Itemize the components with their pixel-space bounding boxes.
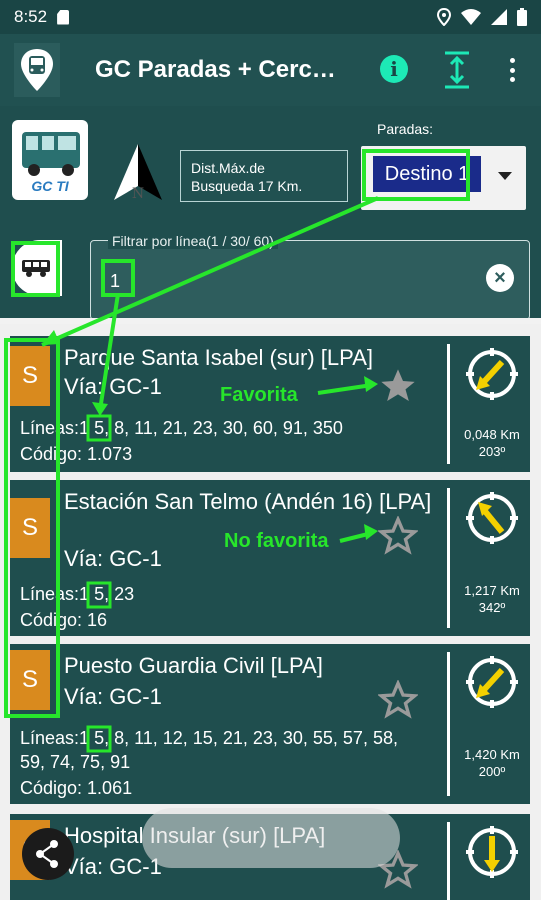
stop-card[interactable]: S Puesto Guardia Civil [LPA] Vía: GC-1 L… (10, 644, 530, 804)
filter-input[interactable]: 1 (110, 271, 120, 292)
bearing: 203º (478, 444, 506, 459)
lines-first: 1 (79, 728, 90, 748)
gcti-logo: GC TI (12, 120, 88, 200)
max-distance-box[interactable]: Dist.Máx.de Busqueda 17 Km. (180, 150, 348, 202)
destino-select[interactable]: Destino 1 (361, 146, 526, 210)
star-outline-icon[interactable] (378, 680, 418, 720)
svg-text:N: N (132, 186, 144, 202)
stop-type-badge: S (10, 498, 50, 558)
stop-via: Vía: GC-1 (64, 854, 162, 879)
lines-rest: 5, 8, 11, 21, 23, 30, 60, 91, 350 (89, 418, 343, 438)
direction-icon (466, 656, 518, 708)
stop-type-badge: S (10, 346, 50, 406)
distance-km: 0,048 Km (464, 427, 520, 442)
favorita-annotation: Favorita (220, 384, 298, 406)
paradas-label: Paradas: (377, 121, 434, 137)
stop-code: Código: 16 (20, 610, 108, 630)
direction-icon (466, 348, 518, 400)
stop-lines: Líneas:1 5, 23 (20, 582, 420, 606)
stop-distance: 1,217 Km 342º (452, 582, 532, 616)
stop-name: Estación San Telmo (Andén 16) [LPA] (64, 489, 432, 514)
clear-icon[interactable]: × (486, 264, 514, 292)
separator (447, 344, 450, 464)
lines-first: 1 (79, 418, 90, 438)
star-filled-icon[interactable] (378, 366, 418, 406)
info-icon: i (390, 57, 398, 81)
lines-rest: 5, 23 (89, 584, 135, 604)
bus-filter-button[interactable] (12, 240, 62, 296)
north-compass-icon: N (114, 144, 162, 202)
toast-overlay (142, 808, 400, 868)
stop-type-badge: S (10, 650, 50, 710)
stop-code: Código: 1.073 (20, 444, 133, 464)
share-button[interactable] (22, 828, 74, 880)
line-filter-field[interactable] (90, 240, 530, 320)
direction-icon (466, 492, 518, 544)
distance-km: 1,217 Km (464, 583, 520, 598)
bus-icon (22, 132, 80, 176)
destino-value: Destino 1 (373, 156, 481, 192)
status-bar: 8:52 (0, 0, 541, 34)
separator (447, 652, 450, 796)
distance-km: 1,420 Km (464, 747, 520, 762)
expand-icon[interactable] (442, 50, 472, 90)
stop-via: Vía: GC-1 (64, 684, 162, 709)
no-favorita-annotation: No favorita (224, 530, 329, 552)
filter-label: Filtrar por línea(1 / 30/ 60) (108, 233, 278, 249)
direction-icon (466, 826, 518, 878)
stop-name: Puesto Guardia Civil [LPA] (64, 653, 323, 678)
battery-icon (517, 8, 527, 26)
sd-card-icon (57, 9, 70, 25)
wifi-icon (461, 9, 481, 25)
dist-line-1: Dist.Máx.de (191, 160, 265, 176)
stop-via: Vía: GC-1 (64, 546, 162, 571)
app-bar: GC Paradas + Cerc… i (0, 34, 541, 106)
stop-distance: 1,420 Km 200º (452, 746, 532, 780)
app-title: GC Paradas + Cerc… (95, 56, 336, 83)
stop-via: Vía: GC-1 (64, 374, 162, 399)
separator (447, 822, 450, 900)
bearing: 342º (478, 600, 506, 615)
location-icon (437, 8, 451, 26)
lines-label: Líneas: (20, 584, 80, 604)
lines-label: Líneas: (20, 728, 80, 748)
clock: 8:52 (14, 7, 48, 26)
stop-card[interactable]: S Estación San Telmo (Andén 16) [LPA] Ví… (10, 480, 530, 636)
stop-code: Código: 1.061 (20, 778, 133, 798)
stop-lines: Líneas:1 5, 8, 11, 21, 23, 30, 60, 91, 3… (20, 416, 420, 440)
star-outline-icon[interactable] (378, 516, 418, 556)
lines-first: 1 (79, 584, 90, 604)
separator (447, 488, 450, 628)
app-logo-icon (14, 43, 60, 97)
share-icon (36, 840, 58, 868)
stop-lines: Líneas:1 5, 8, 11, 12, 15, 21, 23, 30, 5… (20, 726, 420, 774)
header-panel: GC TI N Dist.Máx.de Busqueda 17 Km. Para… (0, 106, 541, 320)
bearing: 200º (478, 764, 506, 779)
lines-label: Líneas: (20, 418, 80, 438)
dropdown-arrow-icon (498, 172, 512, 180)
more-vert-icon[interactable] (500, 54, 524, 86)
info-button[interactable]: i (380, 55, 408, 83)
signal-icon (491, 9, 507, 25)
logo-text: GC TI (31, 178, 69, 194)
van-icon (22, 260, 50, 277)
dist-line-2: Busqueda 17 Km. (191, 178, 303, 194)
stop-distance: 0,048 Km 203º (452, 426, 532, 460)
